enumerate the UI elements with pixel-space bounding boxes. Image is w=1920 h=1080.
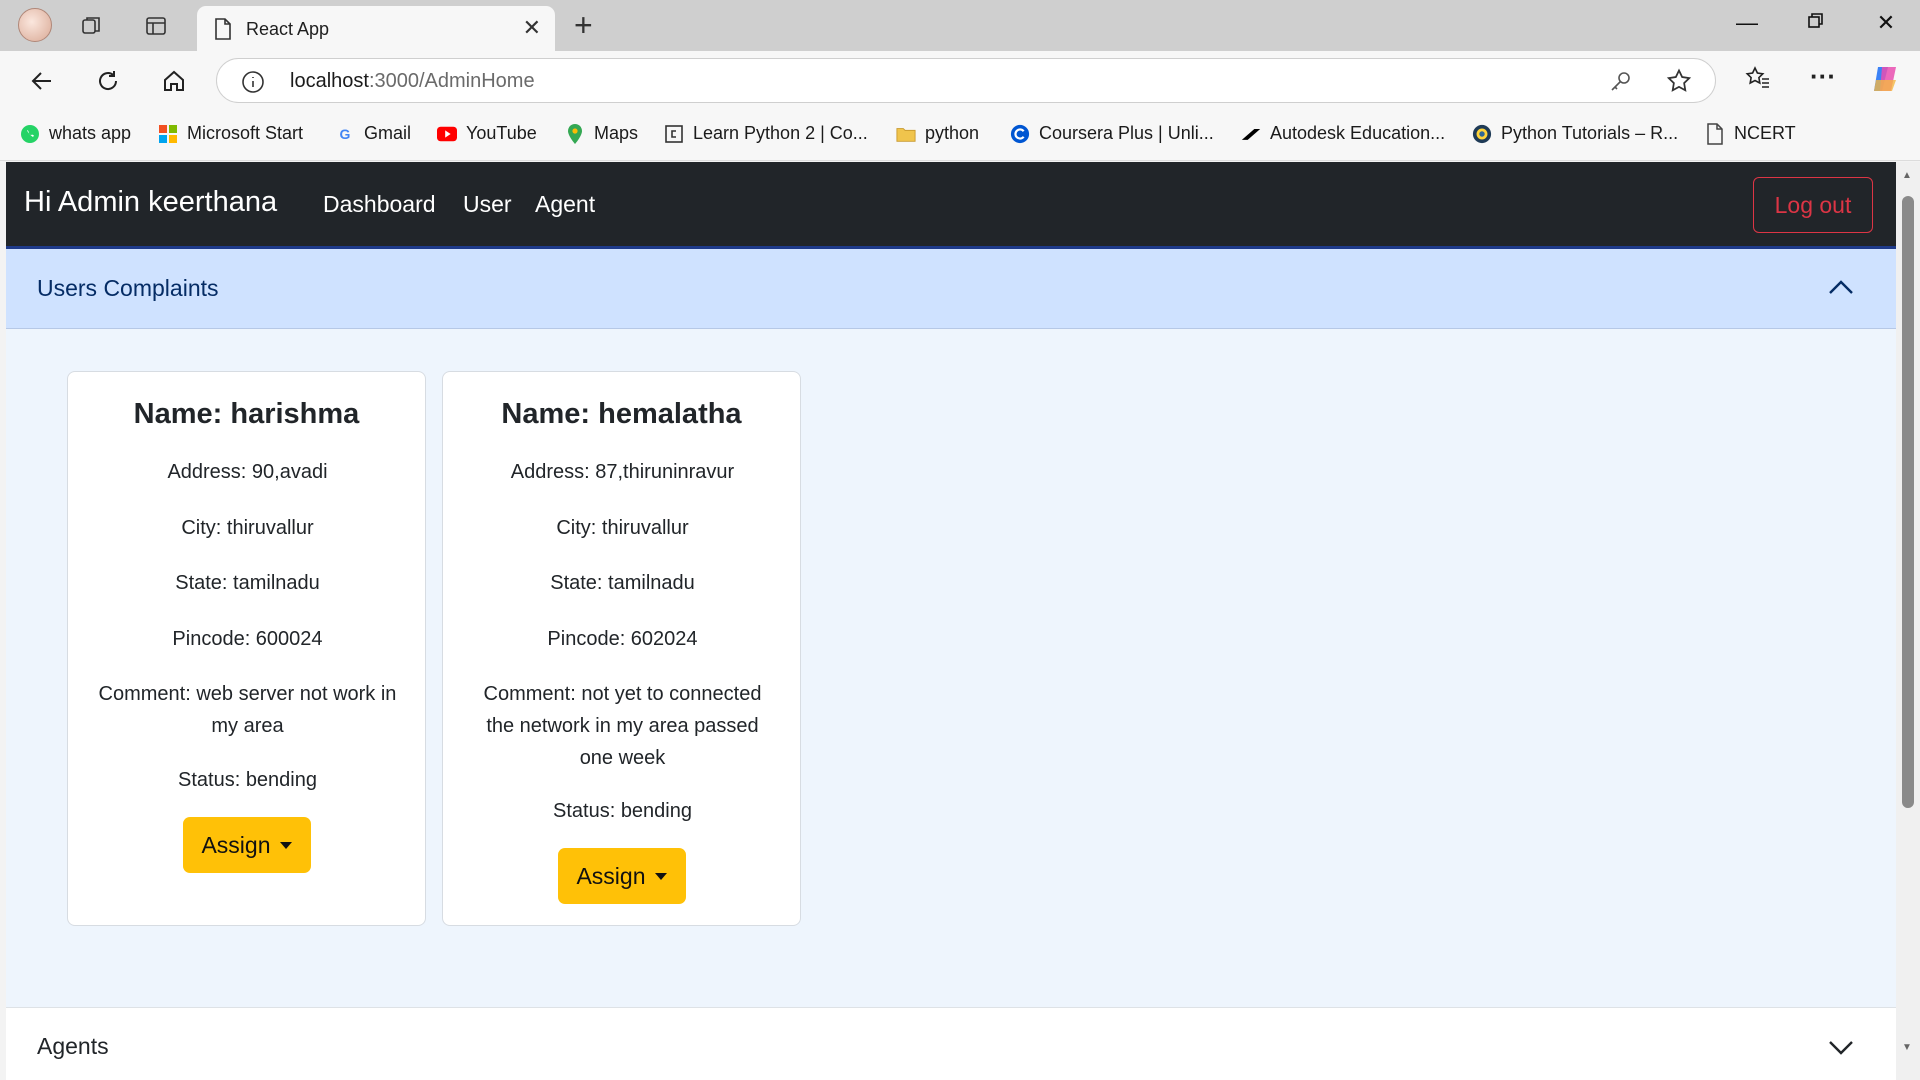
bookmark-learn-python[interactable]: Learn Python 2 | Co...: [664, 123, 868, 144]
bookmark-ncert[interactable]: NCERT: [1705, 122, 1796, 145]
nav-link-user[interactable]: User: [463, 191, 512, 218]
complaint-card: Name: harishma Address: 90,avadi City: t…: [67, 371, 426, 926]
chevron-down-icon[interactable]: [1826, 1032, 1856, 1062]
complaint-status: Status: bending: [178, 769, 317, 791]
complaint-comment: Comment: web server not work in my area: [98, 683, 397, 737]
complaint-address: Address: 90,avadi: [167, 461, 328, 483]
home-icon[interactable]: [157, 64, 191, 98]
tab-title: React App: [246, 19, 330, 39]
bookmark-python-folder[interactable]: python: [896, 123, 979, 144]
reload-icon[interactable]: [91, 64, 125, 98]
vertical-tabs-icon[interactable]: [140, 10, 172, 42]
navbar-brand: Hi Admin keerthana: [24, 186, 278, 218]
scroll-down-icon[interactable]: ▼: [1902, 1042, 1912, 1053]
page-icon: [213, 17, 233, 46]
active-tab[interactable]: React App ✕: [197, 6, 555, 51]
bookmark-autodesk[interactable]: Autodesk Education...: [1241, 123, 1445, 144]
accordion-agents-header[interactable]: Agents: [6, 1007, 1896, 1080]
restore-icon[interactable]: [1796, 10, 1836, 36]
caret-down-icon: [279, 841, 292, 849]
back-icon[interactable]: [25, 64, 59, 98]
bookmark-maps[interactable]: Maps: [565, 123, 638, 144]
bookmark-gmail[interactable]: G Gmail: [335, 123, 411, 144]
accordion-users-complaints-body: Name: harishma Address: 90,avadi City: t…: [6, 329, 1896, 1007]
password-key-icon[interactable]: [1609, 69, 1633, 98]
realpython-icon: [1472, 124, 1492, 144]
youtube-icon: [437, 124, 457, 144]
close-tab-icon[interactable]: ✕: [523, 15, 541, 41]
complaint-comment: Comment: not yet to connected the networ…: [483, 683, 762, 769]
whatsapp-icon: [20, 124, 40, 144]
complaint-city: City: thiruvallur: [181, 517, 314, 539]
page-scrollbar[interactable]: ▲ ▼: [1896, 162, 1920, 1080]
nav-link-dashboard[interactable]: Dashboard: [323, 191, 436, 218]
url-text[interactable]: localhost:3000/AdminHome: [290, 70, 535, 93]
accordion-users-complaints-title: Users Complaints: [37, 275, 219, 301]
address-row: localhost:3000/AdminHome ···: [0, 51, 1920, 109]
complaint-address: Address: 87,thiruninravur: [510, 461, 735, 483]
logout-button[interactable]: Log out: [1753, 177, 1873, 233]
bookmark-coursera[interactable]: Coursera Plus | Unli...: [1010, 123, 1214, 144]
profile-avatar[interactable]: [18, 8, 52, 42]
scrollbar-thumb[interactable]: [1902, 196, 1914, 808]
coursera-icon: [1010, 124, 1030, 144]
bookmark-youtube[interactable]: YouTube: [437, 123, 537, 144]
favorite-star-icon[interactable]: [1665, 67, 1693, 100]
bookmark-python-tutorials[interactable]: Python Tutorials – R...: [1472, 123, 1678, 144]
copilot-icon[interactable]: [1868, 62, 1902, 101]
site-info-icon[interactable]: [241, 70, 265, 99]
page-icon: [1705, 122, 1725, 145]
app-navbar: Hi Admin keerthana Dashboard User Agent …: [6, 162, 1896, 246]
accordion-agents-title: Agents: [37, 1033, 109, 1059]
more-menu-icon[interactable]: ···: [1810, 61, 1836, 92]
complaint-card: Name: hemalatha Address: 87,thiruninravu…: [442, 371, 801, 926]
page-viewport: Hi Admin keerthana Dashboard User Agent …: [6, 162, 1896, 1080]
assign-dropdown-button[interactable]: Assign: [557, 848, 686, 904]
complaint-pincode: Pincode: 600024: [172, 628, 323, 650]
scroll-up-icon[interactable]: ▲: [1902, 170, 1912, 181]
workspaces-icon[interactable]: [76, 10, 108, 42]
browser-tab-bar: React App ✕ + — ✕: [0, 0, 1920, 51]
complaint-name: Name: hemalatha: [501, 398, 742, 430]
complaint-state: State: tamilnadu: [550, 572, 695, 594]
minimize-icon[interactable]: —: [1727, 10, 1767, 36]
complaint-city: City: thiruvallur: [556, 517, 689, 539]
complaint-name: Name: harishma: [133, 398, 360, 430]
bookmark-microsoft-start[interactable]: Microsoft Start: [158, 123, 303, 144]
assign-dropdown-button[interactable]: Assign: [182, 817, 311, 873]
accordion-users-complaints-header[interactable]: Users Complaints: [6, 246, 1896, 329]
complaint-state: State: tamilnadu: [175, 572, 320, 594]
address-bar[interactable]: localhost:3000/AdminHome: [216, 58, 1716, 103]
favorites-icon[interactable]: [1744, 64, 1772, 97]
caret-down-icon: [654, 872, 667, 880]
complaint-status: Status: bending: [553, 800, 692, 822]
folder-icon: [896, 124, 916, 144]
microsoft-icon: [158, 124, 178, 144]
bookmarks-bar: whats app Microsoft Start G Gmail YouTub…: [0, 109, 1920, 161]
chevron-up-icon[interactable]: [1826, 273, 1856, 303]
codecademy-icon: [664, 124, 684, 144]
complaint-pincode: Pincode: 602024: [547, 628, 698, 650]
bookmark-whatsapp[interactable]: whats app: [20, 123, 131, 144]
close-window-icon[interactable]: ✕: [1866, 10, 1906, 36]
nav-link-agent[interactable]: Agent: [535, 191, 595, 218]
maps-icon: [565, 123, 585, 144]
google-icon: G: [339, 125, 351, 142]
autodesk-icon: [1241, 124, 1261, 144]
new-tab-button[interactable]: +: [574, 8, 593, 42]
